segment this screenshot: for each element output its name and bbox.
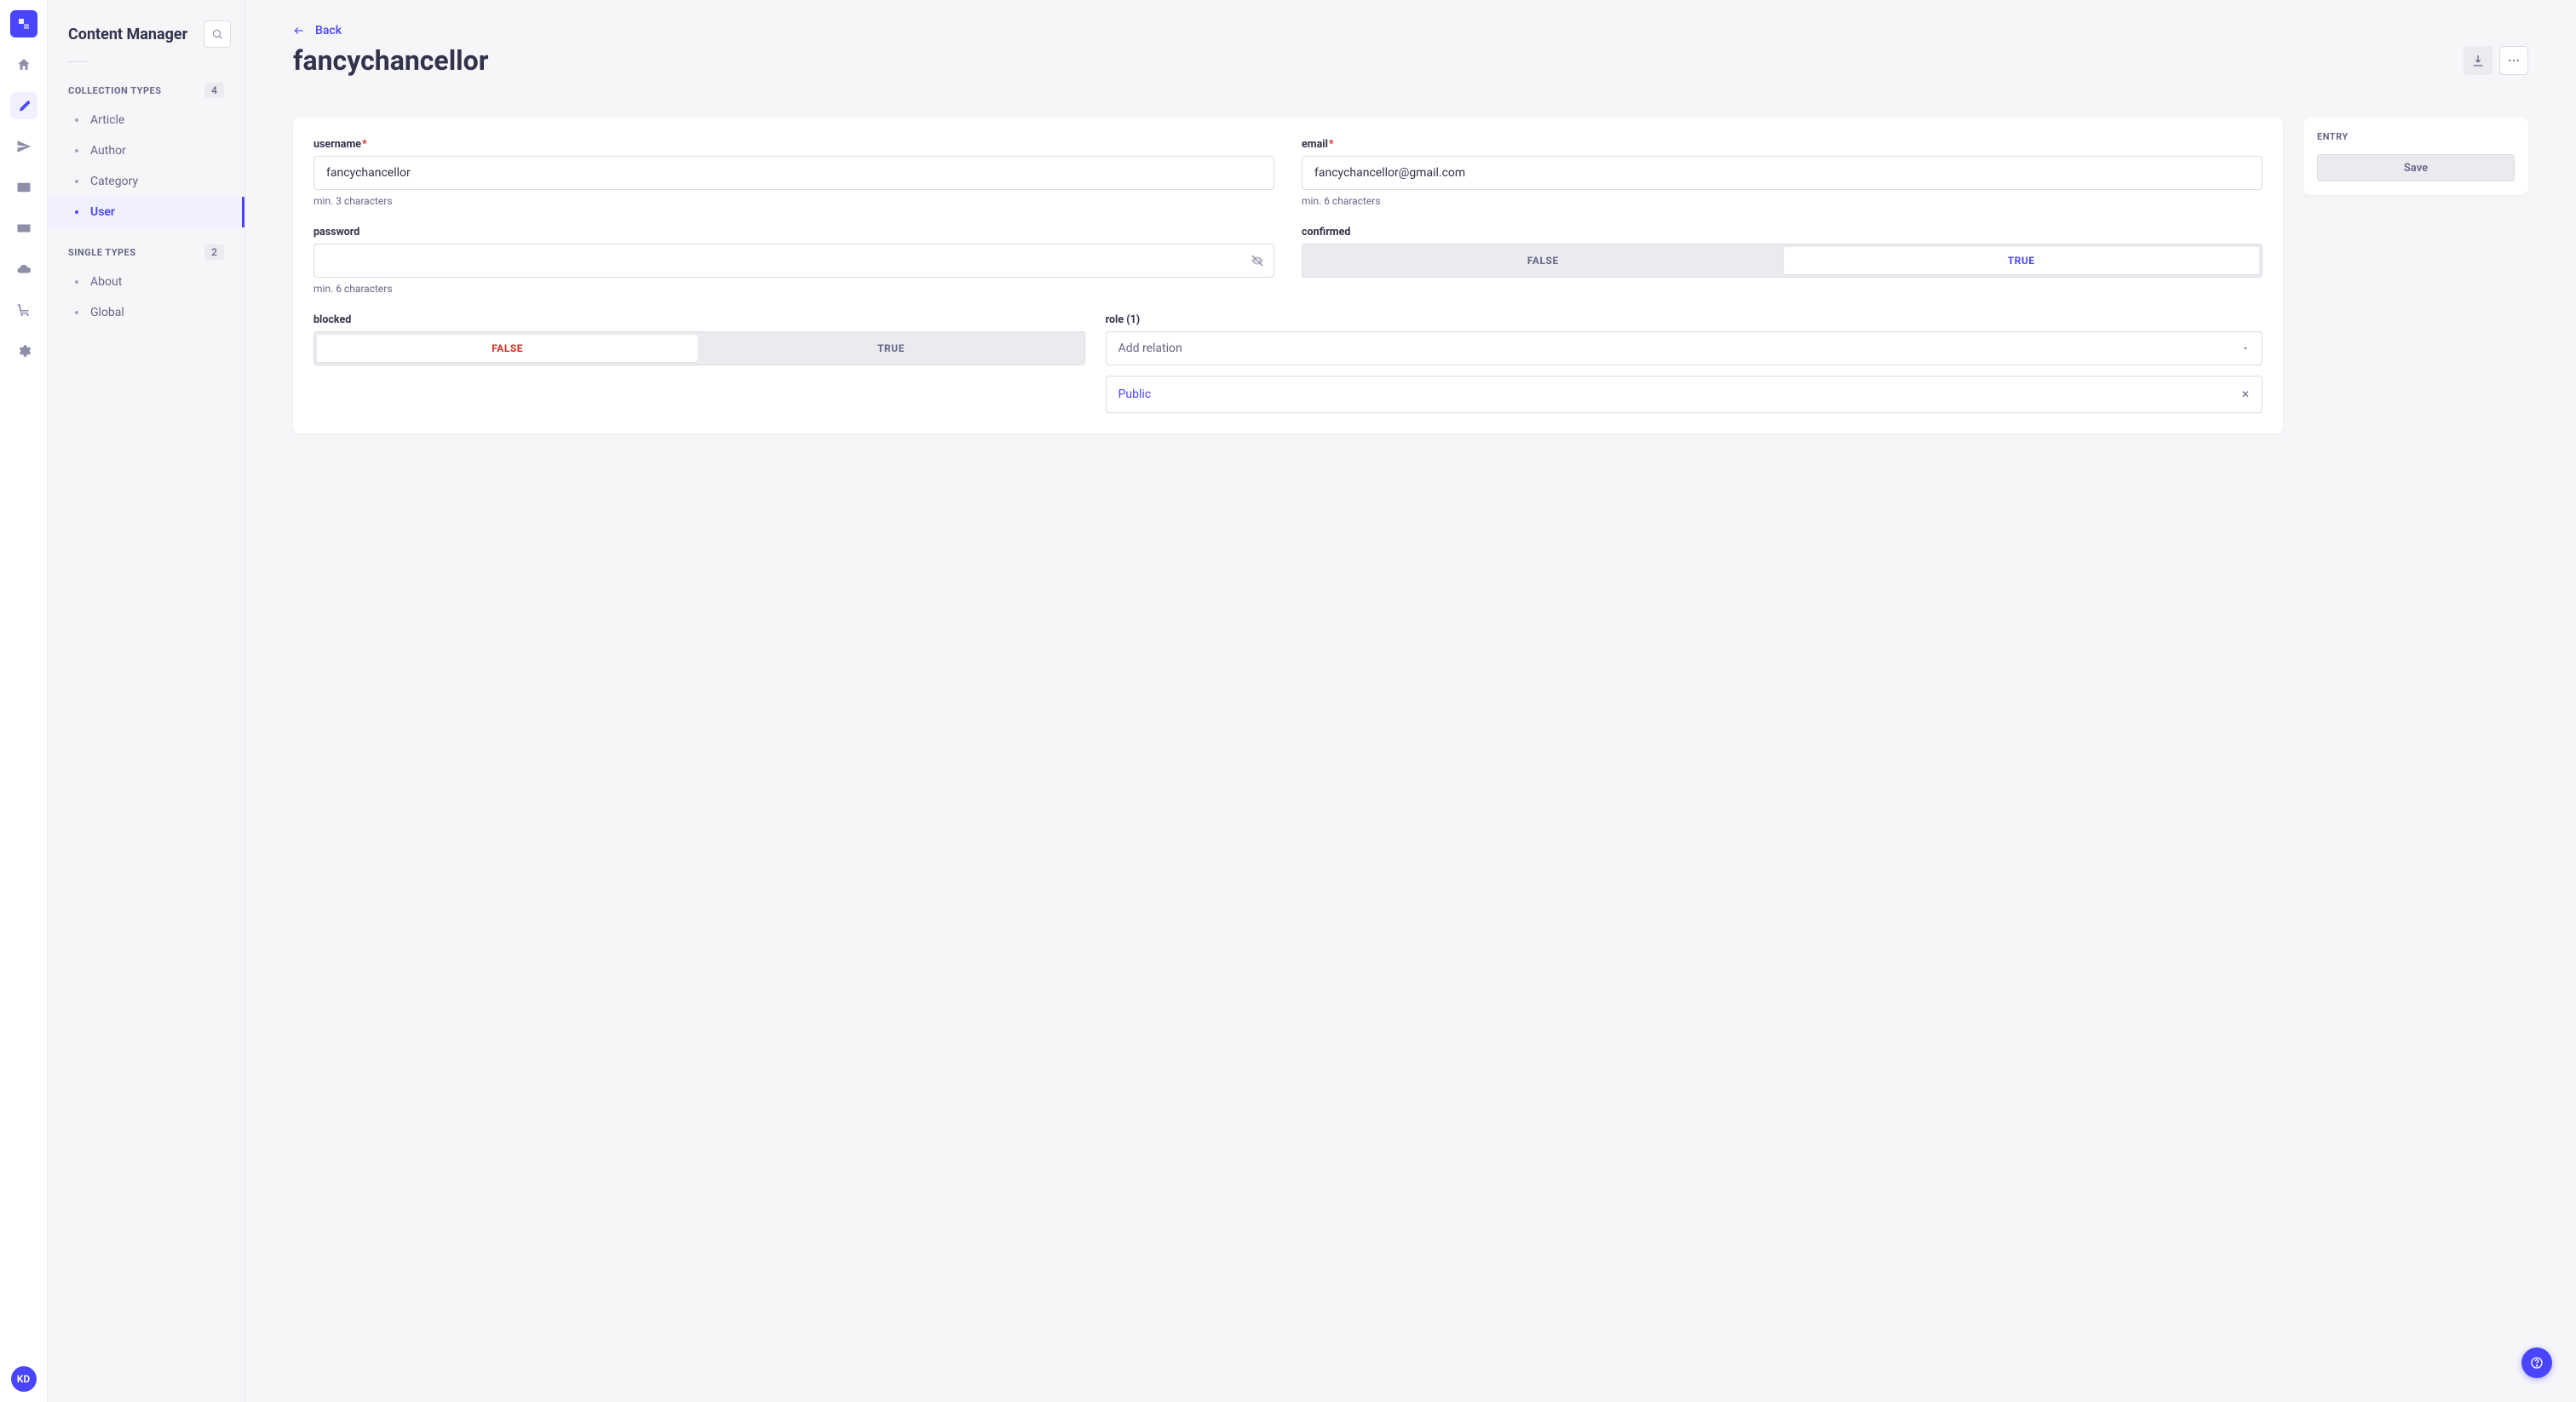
- user-avatar[interactable]: KD: [11, 1366, 37, 1392]
- role-chip-label: Public: [1118, 388, 1152, 401]
- nav-home-icon[interactable]: [10, 51, 37, 78]
- download-button[interactable]: [2464, 46, 2493, 75]
- email-label: email*: [1302, 138, 2263, 151]
- role-chip-remove[interactable]: ✕: [2241, 388, 2250, 400]
- field-password: password min. 6 characters: [313, 226, 1274, 295]
- main-content: Back fancychancellor username* min. 3: [245, 0, 2576, 1402]
- sidebar-divider: [68, 61, 89, 62]
- section-label: SINGLE TYPES: [68, 247, 136, 258]
- username-hint: min. 3 characters: [313, 195, 1274, 207]
- chevron-down-icon: [2241, 344, 2250, 353]
- section-label: COLLECTION TYPES: [68, 85, 162, 96]
- nav-card-icon[interactable]: [10, 215, 37, 242]
- field-username: username* min. 3 characters: [313, 138, 1274, 207]
- section-collection-types: COLLECTION TYPES 4: [48, 76, 244, 105]
- eye-off-icon: [1251, 254, 1264, 267]
- section-count-badge: 2: [204, 244, 224, 260]
- password-hint: min. 6 characters: [313, 283, 1274, 295]
- search-button[interactable]: [204, 20, 231, 48]
- role-chip-public[interactable]: Public ✕: [1106, 376, 2263, 413]
- help-fab[interactable]: [2521, 1347, 2552, 1378]
- field-email: email* min. 6 characters: [1302, 138, 2263, 207]
- field-role: role (1) Add relation Public ✕: [1106, 313, 2263, 413]
- username-input[interactable]: [313, 156, 1274, 190]
- section-count-badge: 4: [204, 83, 224, 98]
- field-blocked: blocked FALSE TRUE: [313, 313, 1085, 413]
- confirmed-toggle: FALSE TRUE: [1302, 244, 2263, 278]
- nav-media-icon[interactable]: [10, 174, 37, 201]
- email-input[interactable]: [1302, 156, 2263, 190]
- back-label: Back: [315, 24, 342, 37]
- sidebar-item-author[interactable]: Author: [48, 135, 244, 166]
- primary-nav-rail: KD: [0, 0, 48, 1402]
- username-label: username*: [313, 138, 1274, 151]
- more-actions-button[interactable]: [2499, 46, 2528, 75]
- sidebar-title: Content Manager: [68, 26, 187, 43]
- sidebar-item-label: About: [90, 275, 122, 289]
- sidebar-item-user[interactable]: User: [48, 197, 244, 227]
- section-single-types: SINGLE TYPES 2: [48, 238, 244, 267]
- blocked-toggle: FALSE TRUE: [313, 331, 1085, 365]
- page-title: fancychancellor: [293, 44, 488, 77]
- app-logo[interactable]: [10, 10, 37, 37]
- entry-card: ENTRY Save: [2303, 118, 2528, 195]
- blocked-true-option[interactable]: TRUE: [700, 335, 1081, 362]
- download-icon: [2471, 54, 2485, 67]
- secondary-sidebar: Content Manager COLLECTION TYPES 4 Artic…: [48, 0, 245, 1402]
- entry-label: ENTRY: [2317, 131, 2515, 142]
- more-icon: [2507, 54, 2521, 67]
- password-label: password: [313, 226, 1274, 238]
- blocked-label: blocked: [313, 313, 1085, 326]
- confirmed-label: confirmed: [1302, 226, 2263, 238]
- blocked-false-option[interactable]: FALSE: [317, 335, 698, 362]
- back-link[interactable]: Back: [293, 24, 2528, 37]
- sidebar-item-label: Article: [90, 113, 124, 127]
- arrow-left-icon: [293, 25, 305, 37]
- password-visibility-toggle[interactable]: [1251, 254, 1264, 267]
- save-button[interactable]: Save: [2317, 154, 2515, 181]
- role-select[interactable]: Add relation: [1106, 331, 2263, 365]
- nav-cart-icon[interactable]: [10, 296, 37, 324]
- help-icon: [2530, 1356, 2544, 1370]
- confirmed-false-option[interactable]: FALSE: [1305, 247, 1781, 274]
- form-card: username* min. 3 characters email* min. …: [293, 118, 2283, 434]
- confirmed-true-option[interactable]: TRUE: [1784, 247, 2260, 274]
- sidebar-item-global[interactable]: Global: [48, 297, 244, 328]
- role-placeholder: Add relation: [1118, 342, 1182, 355]
- sidebar-item-label: Category: [90, 175, 138, 188]
- nav-settings-icon[interactable]: [10, 337, 37, 365]
- sidebar-item-about[interactable]: About: [48, 267, 244, 297]
- sidebar-item-category[interactable]: Category: [48, 166, 244, 197]
- sidebar-item-label: User: [90, 205, 115, 219]
- nav-content-icon[interactable]: [10, 92, 37, 119]
- sidebar-item-label: Global: [90, 306, 124, 319]
- email-hint: min. 6 characters: [1302, 195, 2263, 207]
- sidebar-item-article[interactable]: Article: [48, 105, 244, 135]
- nav-plane-icon[interactable]: [10, 133, 37, 160]
- field-confirmed: confirmed FALSE TRUE: [1302, 226, 2263, 295]
- role-label: role (1): [1106, 313, 2263, 326]
- sidebar-item-label: Author: [90, 144, 126, 158]
- nav-cloud-icon[interactable]: [10, 256, 37, 283]
- password-input[interactable]: [313, 244, 1274, 278]
